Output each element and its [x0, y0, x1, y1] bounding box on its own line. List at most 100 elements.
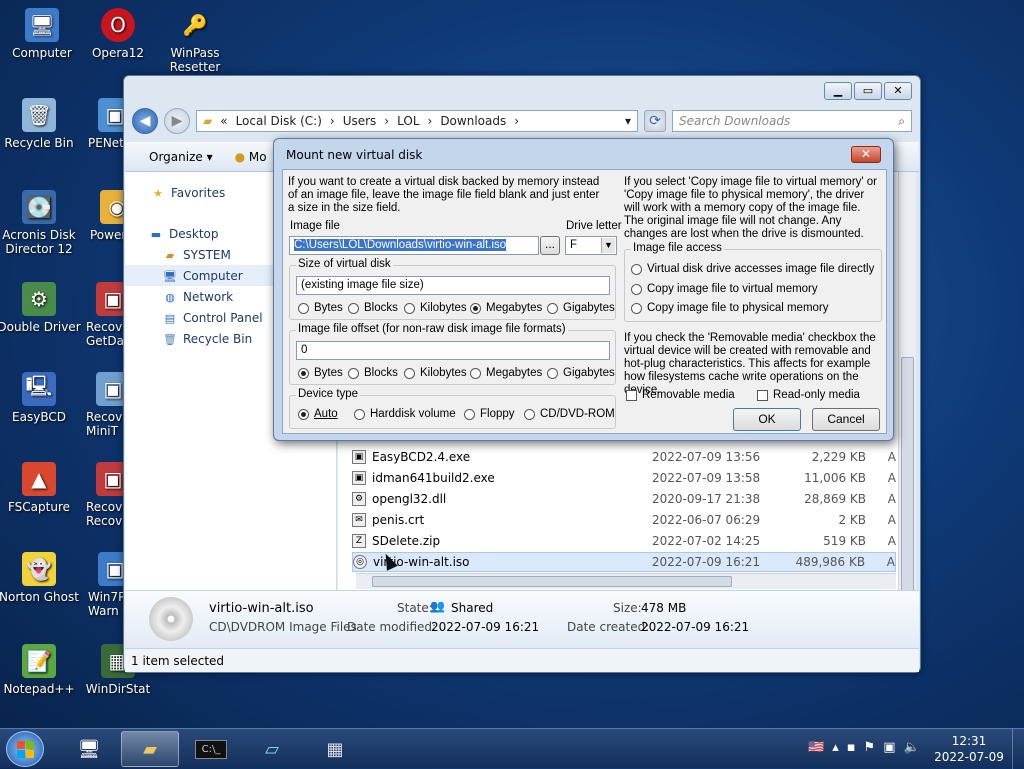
offset-unit-gigabytes[interactable]: Gigabytes — [547, 367, 615, 379]
show-desktop-button[interactable] — [1012, 729, 1024, 769]
language-flag-icon[interactable]: 🇺🇸 — [808, 740, 824, 755]
taskbar-explorer[interactable]: ▰ — [121, 731, 179, 767]
access-virtual-memory[interactable]: Copy image file to virtual memory — [631, 283, 818, 295]
desktop-icon-recov-recove[interactable]: ▣ Recov Recove — [76, 462, 130, 528]
taskbar-cmd[interactable]: C:\_ — [182, 731, 240, 767]
desktop-icon-power[interactable]: ◉ Power — [76, 190, 134, 242]
offset-unit-kilobytes[interactable]: Kilobytes — [404, 367, 467, 379]
desktop-icon-easybcd[interactable]: 🖳 EasyBCD — [0, 372, 81, 424]
taskbar-internet-explorer[interactable]: 🖥 — [60, 731, 118, 767]
horizontal-scrollbar[interactable] — [356, 573, 896, 589]
desktop-icon-recov-minit[interactable]: ▣ Recov MiniT — [76, 372, 130, 438]
back-button[interactable]: ◀ — [132, 108, 158, 134]
organize-button[interactable]: Organize ▾ — [149, 150, 213, 164]
cancel-button[interactable]: Cancel — [812, 408, 880, 431]
disc-image-icon: ◎ — [353, 555, 367, 569]
folder-icon: ▰ — [203, 114, 213, 128]
chevron-down-icon[interactable]: ▾ — [625, 114, 631, 128]
breadcrumb-downloads[interactable]: Downloads — [440, 114, 506, 128]
dll-file-icon: ⚙ — [352, 492, 366, 506]
desktop-icon-winpass[interactable]: 🔑 WinPass Resetter — [153, 8, 237, 74]
device-cd-dvd[interactable]: CD/DVD-ROM — [524, 408, 615, 420]
maximize-button[interactable]: ▭ — [854, 82, 882, 100]
offset-input[interactable]: 0 — [296, 341, 610, 360]
size-unit-bytes[interactable]: Bytes — [298, 302, 343, 314]
right-intro-text: If you select 'Copy image file to virtua… — [624, 176, 878, 240]
image-file-input[interactable]: C:\Users\LOL\Downloads\virtio-win-alt.is… — [289, 236, 539, 255]
chevron-right-icon[interactable]: › — [514, 114, 519, 128]
easybcd-icon: 🖳 — [22, 372, 56, 406]
search-input[interactable]: Search Downloads ⌕ — [672, 110, 912, 132]
close-icon[interactable]: ✕ — [851, 146, 881, 163]
address-bar[interactable]: ▰ « Local Disk (C:) › Users › LOL › Down… — [196, 110, 638, 132]
minimize-button[interactable]: ▁ — [824, 82, 852, 100]
chevron-right-icon[interactable]: › — [428, 114, 433, 128]
device-type-group: Device type Auto Harddisk volume Floppy … — [289, 388, 616, 429]
desktop-icon-fscapture[interactable]: ▲ FSCapture — [0, 462, 81, 514]
desktop-icon-win7p[interactable]: ▣ Win7P Warn — [76, 552, 132, 618]
desktop-icon-notepadpp[interactable]: 📝 Notepad++ — [0, 644, 81, 696]
offset-unit-megabytes[interactable]: Megabytes — [470, 367, 542, 379]
tray-arrow-icon[interactable]: ▴ — [832, 740, 839, 755]
refresh-button[interactable]: ⟳ — [644, 110, 666, 132]
desktop-icon-penet[interactable]: ▣ PENet — [76, 98, 132, 150]
size-unit-gigabytes[interactable]: Gigabytes — [547, 302, 615, 314]
calculator-icon: ▦ — [326, 738, 344, 760]
offset-unit-bytes[interactable]: Bytes — [298, 367, 343, 379]
access-direct[interactable]: Virtual disk drive accesses image file d… — [631, 263, 874, 275]
taskbar-notepad[interactable]: ▱ — [243, 731, 301, 767]
table-row[interactable]: ◎ virtio-win-alt.iso 2022-07-09 16:21 489… — [352, 552, 896, 572]
size-unit-megabytes[interactable]: Megabytes — [470, 302, 542, 314]
desktop-icon-recov-getdata[interactable]: ▣ Recov GetData — [76, 282, 136, 348]
breadcrumb-lol[interactable]: LOL — [397, 114, 419, 128]
computer-icon: 🖥 — [25, 8, 59, 42]
offset-unit-blocks[interactable]: Blocks — [348, 367, 398, 379]
table-row[interactable]: ▣ EasyBCD2.4.exe 2022-07-09 13:56 2,229 K… — [352, 447, 896, 467]
start-button[interactable] — [6, 731, 44, 767]
network-icon[interactable]: ▣ — [883, 740, 895, 755]
size-unit-blocks[interactable]: Blocks — [348, 302, 398, 314]
close-window-button[interactable]: ✕ — [884, 82, 912, 100]
table-row[interactable]: ✉ penis.crt 2022-06-07 06:29 2 KB A — [352, 510, 896, 530]
computer-icon: 🖥 — [163, 269, 177, 283]
desktop-icon-opera[interactable]: O Opera12 — [76, 8, 160, 60]
desktop-icon-computer[interactable]: 🖥 Computer — [0, 8, 84, 60]
table-row[interactable]: ▣ idman641build2.exe 2022-07-09 13:58 11,… — [352, 468, 896, 488]
user-folder-icon: ▰ — [165, 248, 175, 262]
zip-file-icon: Z — [352, 534, 366, 548]
device-floppy[interactable]: Floppy — [464, 408, 515, 420]
breadcrumb-users[interactable]: Users — [343, 114, 377, 128]
action-center-icon[interactable]: ⚑ — [864, 740, 876, 755]
toolbar-second-button[interactable]: ● Mo — [235, 150, 267, 164]
device-harddisk[interactable]: Harddisk volume — [354, 408, 456, 420]
access-physical-memory[interactable]: Copy image file to physical memory — [631, 302, 829, 314]
breadcrumb-overflow-icon[interactable]: « — [220, 114, 227, 128]
table-row[interactable]: Z SDelete.zip 2022-07-02 14:25 519 KB A — [352, 531, 896, 551]
breadcrumb-local-disk[interactable]: Local Disk (C:) — [236, 114, 322, 128]
table-row[interactable]: ⚙ opengl32.dll 2020-09-17 21:38 28,869 KB… — [352, 489, 896, 509]
notepad-icon: 📝 — [22, 644, 56, 678]
clock[interactable]: 12:31 2022-07-09 — [930, 733, 1008, 765]
desktop-icon-double-driver[interactable]: ⚙ Double Driver — [0, 282, 81, 334]
vertical-scrollbar[interactable] — [898, 172, 916, 647]
tray-app-icon[interactable]: ▪ — [847, 740, 856, 755]
desktop-icon: ▬ — [150, 227, 162, 241]
desktop-icon-norton-ghost[interactable]: 👻 Norton Ghost — [0, 552, 81, 604]
size-input[interactable]: (existing image file size) — [296, 276, 610, 295]
desktop-icon-recycle-bin[interactable]: 🗑 Recycle Bin — [0, 98, 81, 150]
chevron-right-icon[interactable]: › — [384, 114, 389, 128]
chevron-right-icon[interactable]: › — [330, 114, 335, 128]
scrollbar-thumb[interactable] — [372, 576, 732, 587]
size-unit-kilobytes[interactable]: Kilobytes — [404, 302, 467, 314]
ok-button[interactable]: OK — [733, 408, 801, 431]
key-icon: 🔑 — [182, 13, 208, 37]
drive-letter-select[interactable]: F ▼ — [565, 236, 617, 255]
device-auto[interactable]: Auto — [298, 408, 338, 420]
taskbar-calculator[interactable]: ▦ — [306, 731, 364, 767]
volume-icon[interactable]: 🔈 — [903, 740, 919, 755]
browse-button[interactable]: ... — [540, 236, 560, 255]
desktop-icon-acronis[interactable]: 💽 Acronis Disk Director 12 — [0, 190, 81, 256]
removable-media-checkbox[interactable]: Removable media — [626, 389, 735, 401]
forward-button[interactable]: ▶ — [164, 108, 190, 134]
read-only-media-checkbox[interactable]: Read-only media — [757, 389, 860, 401]
